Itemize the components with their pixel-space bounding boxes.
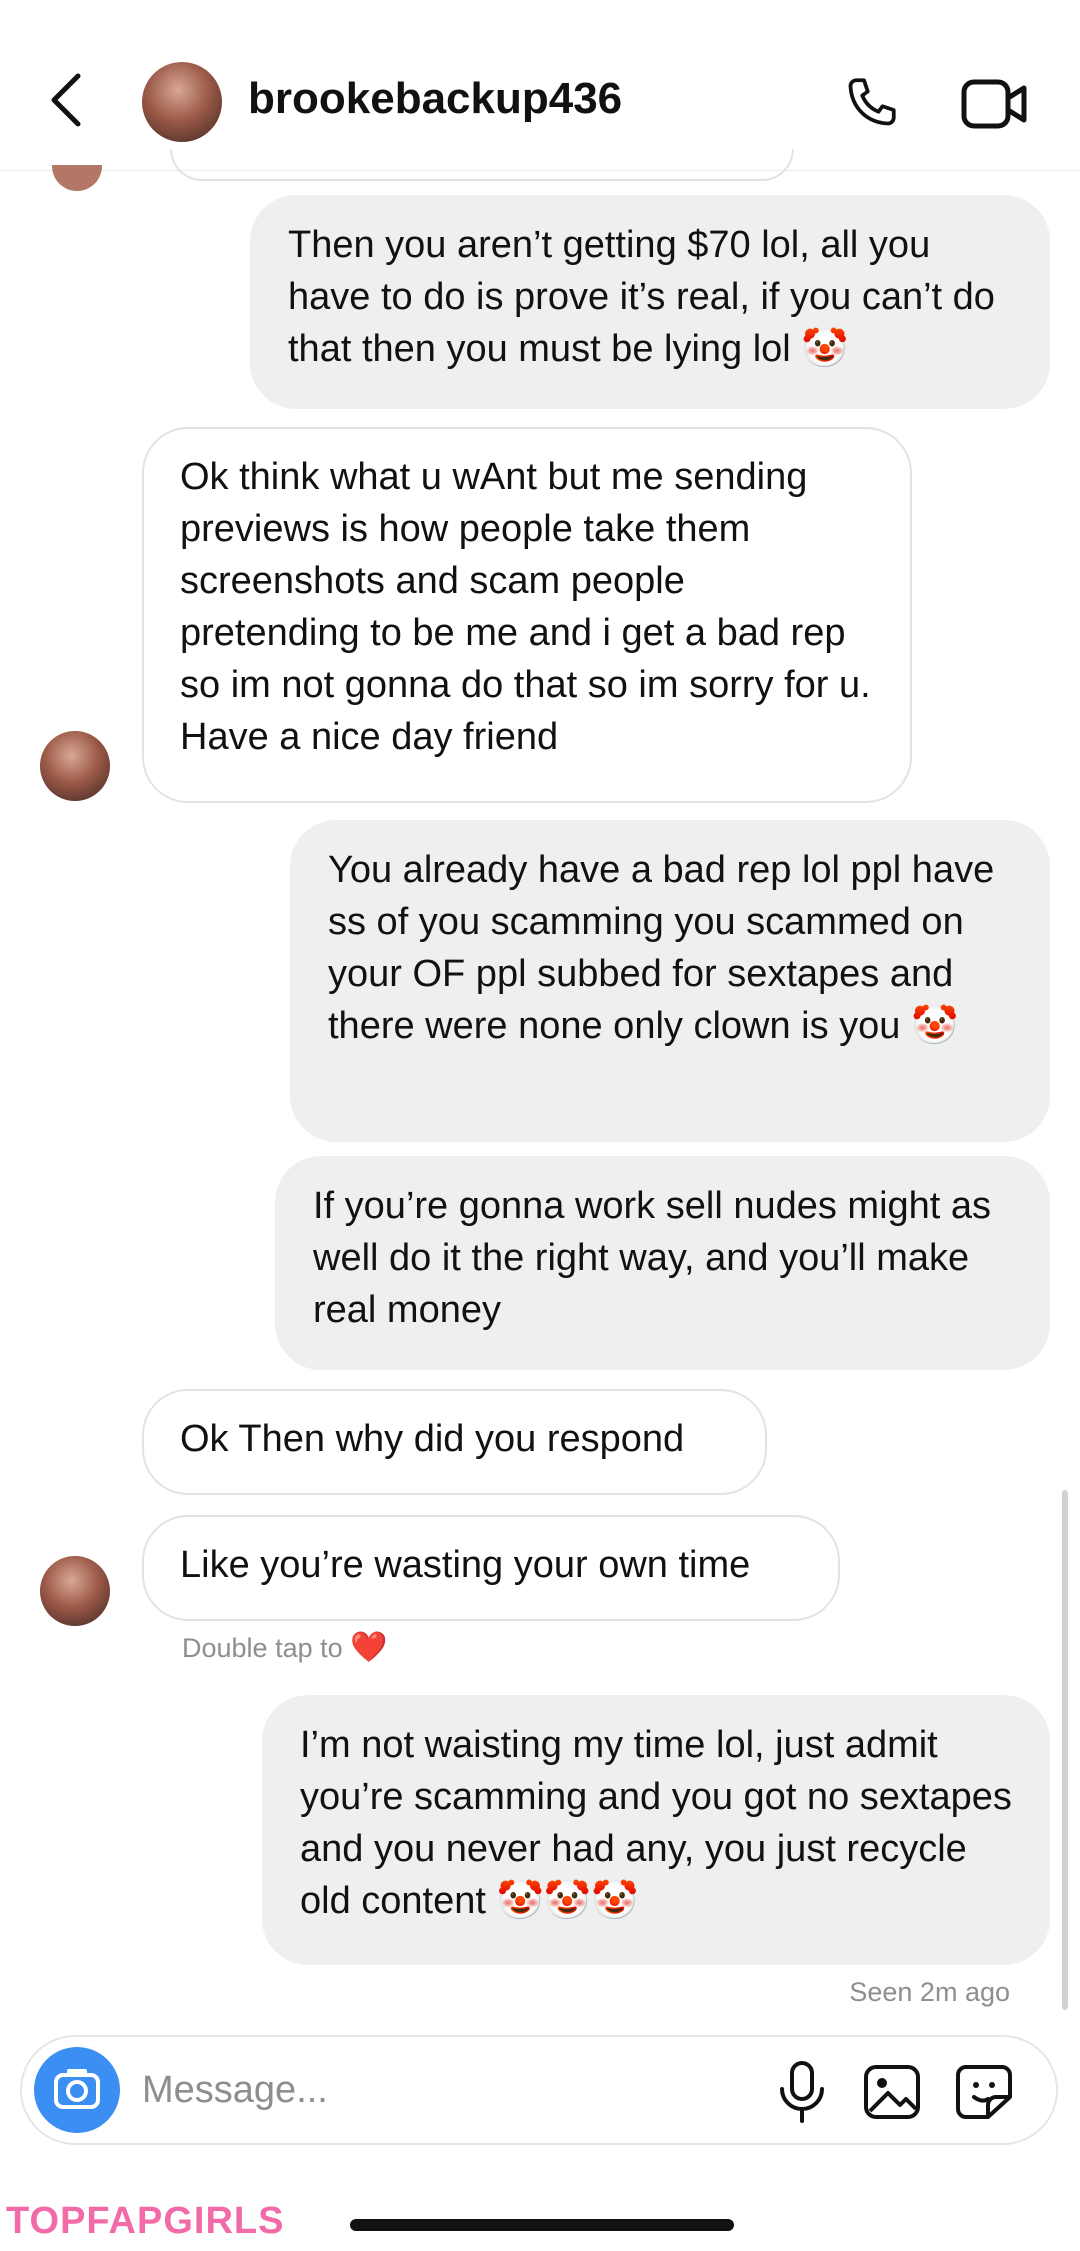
chevron-left-icon <box>51 73 81 127</box>
message-bubble-outgoing[interactable]: You already have a bad rep lol ppl have … <box>290 820 1050 1142</box>
video-call-button[interactable] <box>960 76 1030 132</box>
watermark: TOPFAPGIRLS <box>6 2200 285 2242</box>
scrollbar[interactable] <box>1062 1490 1068 2010</box>
message-text: You already have a bad rep lol ppl have … <box>328 849 995 1047</box>
message-bubble-incoming[interactable]: Ok think what u wAnt but me sending prev… <box>142 427 912 803</box>
gallery-button[interactable] <box>860 2061 924 2123</box>
back-button[interactable] <box>44 70 88 130</box>
profile-avatar[interactable] <box>142 62 222 142</box>
home-indicator[interactable] <box>350 2219 734 2231</box>
message-bubble-outgoing[interactable]: Then you aren’t getting $70 lol, all you… <box>250 195 1050 409</box>
camera-icon <box>54 2069 100 2109</box>
message-composer <box>20 2035 1058 2145</box>
phone-icon <box>848 78 896 126</box>
message-text: If you’re gonna work sell nudes might as… <box>313 1185 992 1331</box>
video-camera-icon <box>961 79 1027 129</box>
sticker-icon <box>956 2065 1012 2119</box>
message-text: I’m not waisting my time lol, just admit… <box>300 1724 1012 1922</box>
image-icon <box>864 2065 920 2119</box>
sender-avatar <box>40 1556 110 1626</box>
username[interactable]: brookebackup436 <box>248 74 622 124</box>
message-text: Ok think what u wAnt but me sending prev… <box>180 456 871 758</box>
sender-avatar <box>40 731 110 801</box>
message-bubble-partial <box>170 149 794 181</box>
microphone-icon <box>780 2061 824 2123</box>
sticker-button[interactable] <box>952 2061 1016 2123</box>
message-text: Like you’re wasting your own time <box>180 1544 751 1586</box>
camera-button[interactable] <box>34 2047 120 2133</box>
double-tap-hint: Double tap to ❤️ <box>182 1630 388 1665</box>
message-text: Ok Then why did you respond <box>180 1418 685 1460</box>
chat-header: brookebackup436 <box>0 0 1080 171</box>
message-bubble-incoming[interactable]: Like you’re wasting your own time <box>142 1515 840 1621</box>
message-bubble-outgoing[interactable]: If you’re gonna work sell nudes might as… <box>275 1156 1050 1370</box>
voice-call-button[interactable] <box>840 74 900 134</box>
seen-status: Seen 2m ago <box>849 1977 1010 2007</box>
message-text: Then you aren’t getting $70 lol, all you… <box>288 224 995 370</box>
sender-avatar <box>52 165 102 191</box>
message-bubble-outgoing[interactable]: I’m not waisting my time lol, just admit… <box>262 1695 1050 1965</box>
message-input[interactable] <box>140 2059 744 2121</box>
double-tap-label: Double tap to <box>182 1633 343 1663</box>
heart-icon: ❤️ <box>350 1631 388 1664</box>
message-bubble-incoming[interactable]: Ok Then why did you respond <box>142 1389 767 1495</box>
microphone-button[interactable] <box>772 2059 832 2125</box>
